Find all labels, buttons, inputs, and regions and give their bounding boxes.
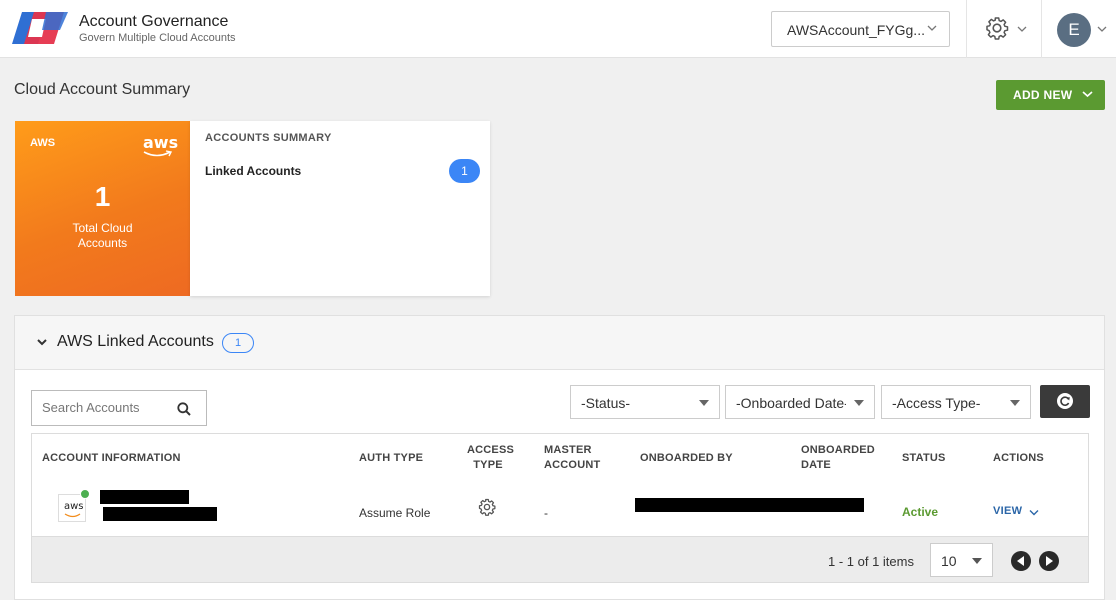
header-divider: [1041, 0, 1042, 58]
column-status[interactable]: STATUS: [902, 451, 946, 466]
linked-accounts-panel-header[interactable]: AWS Linked Accounts 1: [15, 316, 1104, 370]
refresh-icon: [1057, 393, 1073, 409]
user-avatar[interactable]: E: [1057, 13, 1091, 47]
chevron-down-icon: [1017, 26, 1027, 32]
prev-page-button[interactable]: [1011, 551, 1031, 571]
aws-card-tag: AWS: [30, 137, 56, 149]
page-size-select[interactable]: 10: [930, 543, 993, 577]
column-onboarded-date-line1: ONBOARDED: [801, 444, 875, 456]
gear-icon: [986, 17, 1009, 40]
column-master-account-line1: MASTER: [544, 444, 592, 456]
app-logo-icon[interactable]: [12, 10, 68, 46]
caret-down-icon: [699, 400, 709, 406]
page-title: Cloud Account Summary: [14, 81, 191, 98]
column-onboarded-by[interactable]: ONBOARDED BY: [640, 451, 733, 466]
access-type-filter-value: -Access Type-: [892, 395, 981, 411]
column-access-type-line2: TYPE: [473, 459, 503, 471]
account-selector-value: AWSAccount_FYGg...: [787, 22, 925, 38]
chevron-down-icon: [1082, 91, 1093, 98]
accounts-summary-heading: ACCOUNTS SUMMARY: [205, 132, 332, 144]
total-cloud-accounts-label: Total Cloud Accounts: [72, 221, 133, 250]
linked-accounts-label[interactable]: Linked Accounts: [205, 164, 301, 178]
column-onboarded-date-line2: DATE: [801, 459, 831, 471]
aws-logo-icon: aws: [143, 133, 178, 157]
search-icon[interactable]: [177, 402, 191, 416]
linked-accounts-panel: AWS Linked Accounts 1 -Status- -Onboarde…: [14, 315, 1105, 600]
status-cell: Active: [902, 505, 939, 519]
caret-down-icon: [854, 400, 864, 406]
status-filter-value: -Status-: [581, 395, 631, 411]
search-input[interactable]: [42, 400, 172, 415]
total-cloud-accounts-count: 1: [94, 181, 111, 212]
arrow-right-icon: [1046, 556, 1053, 566]
access-type-filter[interactable]: -Access Type-: [881, 385, 1031, 419]
column-access-type-line1: ACCESS: [467, 444, 515, 456]
status-filter[interactable]: -Status-: [570, 385, 720, 419]
column-master-account-line2: ACCOUNT: [544, 459, 601, 471]
linked-accounts-count-badge: 1: [449, 159, 480, 183]
accounts-summary-card: ACCOUNTS SUMMARY Linked Accounts 1: [190, 121, 490, 296]
onboarded-date-filter[interactable]: -Onboarded Date-: [725, 385, 875, 419]
add-new-button[interactable]: ADD NEW: [996, 80, 1105, 110]
caret-down-icon: [972, 558, 982, 564]
arrow-left-icon: [1017, 556, 1024, 566]
chevron-down-icon: [927, 25, 937, 31]
redacted-account-name: [100, 490, 189, 504]
aws-logo-text: aws: [64, 501, 84, 512]
settings-menu[interactable]: [985, 16, 1029, 42]
onboarded-date-filter-value: -Onboarded Date-: [736, 395, 849, 411]
gear-icon: [478, 498, 496, 516]
redacted-onboarded-by: [635, 498, 864, 512]
header-divider: [966, 0, 967, 58]
pager-summary: 1 - 1 of 1 items: [828, 554, 914, 569]
aws-summary-card[interactable]: AWS aws 1 Total Cloud Accounts: [15, 121, 190, 296]
column-auth-type[interactable]: AUTH TYPE: [359, 451, 423, 466]
column-onboarded-date[interactable]: ONBOARDED DATE: [801, 443, 875, 473]
account-selector[interactable]: AWSAccount_FYGg...: [771, 11, 950, 47]
column-master-account[interactable]: MASTER ACCOUNT: [544, 443, 600, 473]
linked-accounts-table: ACCOUNT INFORMATION AUTH TYPE ACCESS TYP…: [31, 433, 1089, 583]
next-page-button[interactable]: [1039, 551, 1059, 571]
column-access-type[interactable]: ACCESS TYPE: [467, 443, 515, 473]
search-box[interactable]: [31, 390, 207, 426]
table-footer: 1 - 1 of 1 items 10: [32, 536, 1088, 582]
view-action-link[interactable]: VIEW: [993, 505, 1022, 517]
redacted-account-id: [103, 507, 217, 521]
column-actions: ACTIONS: [993, 452, 1044, 464]
online-status-dot: [80, 489, 90, 499]
caret-down-icon: [1010, 400, 1020, 406]
chevron-down-icon[interactable]: [1029, 509, 1039, 516]
page-size-value: 10: [941, 553, 957, 569]
linked-accounts-count-badge: 1: [222, 333, 254, 353]
chevron-down-icon[interactable]: [36, 337, 48, 347]
app-header: Account Governance Govern Multiple Cloud…: [0, 0, 1116, 58]
column-account-information[interactable]: ACCOUNT INFORMATION: [42, 451, 181, 466]
add-new-label: ADD NEW: [1013, 88, 1073, 102]
master-account-cell: -: [544, 506, 548, 520]
chevron-down-icon[interactable]: [1097, 25, 1107, 33]
auth-type-cell: Assume Role: [359, 506, 431, 520]
linked-accounts-title: AWS Linked Accounts: [57, 333, 214, 350]
app-subtitle: Govern Multiple Cloud Accounts: [79, 32, 236, 44]
refresh-button[interactable]: [1040, 385, 1090, 418]
app-title: Account Governance: [79, 13, 229, 30]
